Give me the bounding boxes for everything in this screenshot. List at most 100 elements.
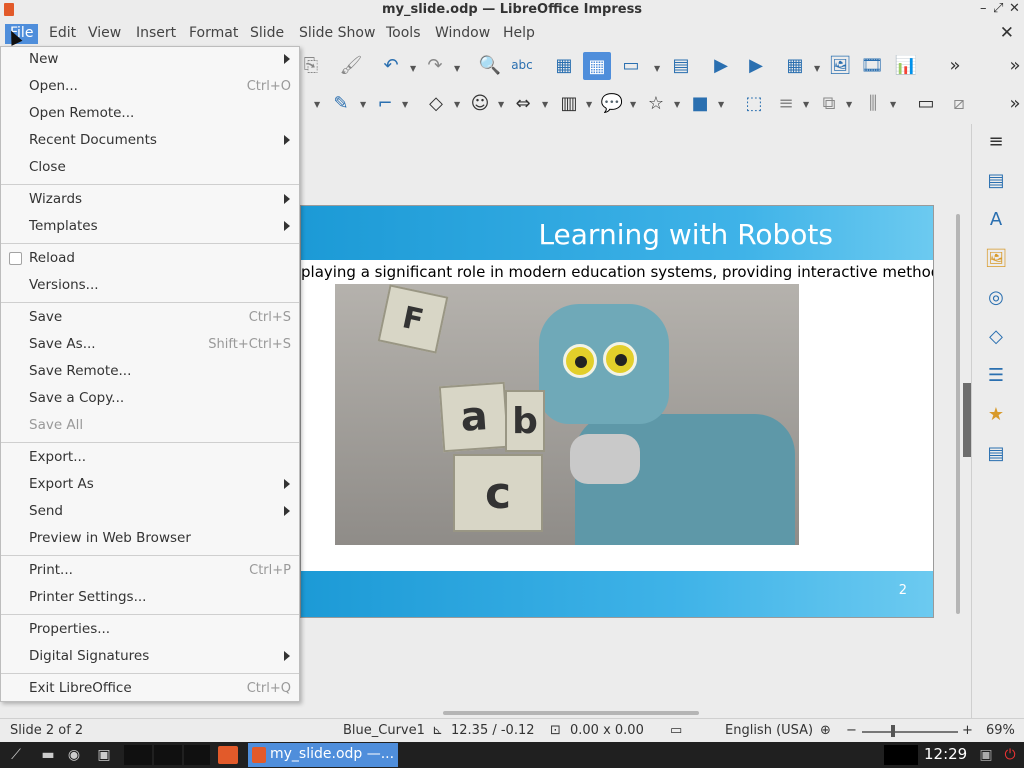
menu-tools[interactable]: Tools bbox=[381, 24, 426, 44]
navigator-icon[interactable]: ◎ bbox=[984, 285, 1008, 309]
stars-dropdown-icon[interactable]: ▼ bbox=[674, 100, 680, 109]
menu-window[interactable]: Window bbox=[430, 24, 495, 44]
menu-send[interactable]: Send bbox=[1, 499, 299, 525]
styles-icon[interactable]: A bbox=[984, 207, 1008, 231]
points-icon[interactable]: ⬚ bbox=[743, 92, 765, 114]
connector-dropdown-icon[interactable]: ▼ bbox=[402, 100, 408, 109]
menu-new[interactable]: New bbox=[1, 47, 299, 73]
file-manager-icon[interactable]: ▣ bbox=[94, 746, 114, 764]
menu-save-a-copy[interactable]: Save a Copy... bbox=[1, 386, 299, 412]
start-menu-icon[interactable]: ⟋ bbox=[6, 746, 26, 764]
toolbar-overflow-icon[interactable]: » bbox=[1004, 54, 1024, 76]
menu-export-as[interactable]: Export As bbox=[1, 472, 299, 498]
zoom-out-button[interactable]: − bbox=[846, 723, 857, 738]
spelling-icon[interactable]: abc bbox=[511, 54, 533, 76]
symbol-shapes-dropdown-icon[interactable]: ▼ bbox=[498, 100, 504, 109]
line-color-dropdown-icon[interactable]: ▼ bbox=[314, 100, 320, 109]
menu-save[interactable]: Save Ctrl+S bbox=[1, 305, 299, 331]
menu-print[interactable]: Print... Ctrl+P bbox=[1, 558, 299, 584]
grid-icon[interactable]: ▦ bbox=[553, 54, 575, 76]
callouts-icon[interactable]: 💬 bbox=[601, 92, 623, 114]
align-dropdown-icon[interactable]: ▼ bbox=[803, 100, 809, 109]
image-icon[interactable]: 🖼 bbox=[829, 54, 852, 76]
crop-icon[interactable]: ⧄ bbox=[948, 92, 970, 114]
more-options-icon[interactable]: » bbox=[944, 54, 966, 76]
curve-icon[interactable]: ✎ bbox=[330, 92, 352, 114]
stars-icon[interactable]: ☆ bbox=[645, 92, 667, 114]
display-views-dropdown-icon[interactable]: ▼ bbox=[654, 64, 660, 73]
shapes-icon[interactable]: ◇ bbox=[984, 324, 1008, 348]
sidebar-menu-icon[interactable]: ≡ bbox=[984, 129, 1008, 153]
menu-templates[interactable]: Templates bbox=[1, 214, 299, 240]
language-status[interactable]: English (USA) bbox=[725, 723, 813, 738]
shadow-icon[interactable]: ▭ bbox=[915, 92, 937, 114]
workspace-1[interactable] bbox=[124, 745, 152, 765]
callouts-dropdown-icon[interactable]: ▼ bbox=[630, 100, 636, 109]
menu-preview-in-web-browser[interactable]: Preview in Web Browser bbox=[1, 526, 299, 552]
zoom-in-button[interactable]: + bbox=[962, 723, 973, 738]
drawing-overflow-icon[interactable]: » bbox=[1004, 92, 1024, 114]
menu-wizards[interactable]: Wizards bbox=[1, 187, 299, 213]
basic-shapes-dropdown-icon[interactable]: ▼ bbox=[454, 100, 460, 109]
connector-icon[interactable]: ⌐ bbox=[374, 92, 396, 114]
minimize-icon[interactable]: – bbox=[980, 1, 987, 16]
curve-dropdown-icon[interactable]: ▼ bbox=[360, 100, 366, 109]
menu-slide[interactable]: Slide bbox=[245, 24, 289, 44]
3d-objects-dropdown-icon[interactable]: ▼ bbox=[718, 100, 724, 109]
start-current-slide-icon[interactable]: ▶ bbox=[745, 54, 767, 76]
menu-export[interactable]: Export... bbox=[1, 445, 299, 471]
3d-objects-icon[interactable]: ■ bbox=[689, 92, 711, 114]
browser-icon[interactable]: ◉ bbox=[64, 746, 84, 764]
flowchart-icon[interactable]: ▥ bbox=[558, 92, 580, 114]
find-replace-icon[interactable]: 🔍 bbox=[479, 54, 501, 76]
slide-title[interactable]: Learning with Robots bbox=[301, 218, 833, 251]
menu-recent-documents[interactable]: Recent Documents bbox=[1, 128, 299, 154]
menu-view[interactable]: View bbox=[83, 24, 126, 44]
helplines-icon[interactable]: ▦ bbox=[583, 52, 611, 80]
master-slide-icon[interactable]: ▤ bbox=[670, 54, 692, 76]
slide-transition-icon[interactable]: ☰ bbox=[984, 363, 1008, 387]
slide-subtitle[interactable]: playing a significant role in modern edu… bbox=[301, 263, 933, 281]
tray-app-icon[interactable]: ▣ bbox=[976, 746, 996, 764]
undo-dropdown-icon[interactable]: ▼ bbox=[410, 64, 416, 73]
sidebar-collapse-handle[interactable] bbox=[963, 383, 971, 457]
table-dropdown-icon[interactable]: ▼ bbox=[814, 64, 820, 73]
distribute-dropdown-icon[interactable]: ▼ bbox=[890, 100, 896, 109]
flowchart-dropdown-icon[interactable]: ▼ bbox=[586, 100, 592, 109]
workspace-2[interactable] bbox=[154, 745, 182, 765]
menu-open-remote[interactable]: Open Remote... bbox=[1, 101, 299, 127]
basic-shapes-icon[interactable]: ◇ bbox=[425, 92, 447, 114]
paintbrush-icon[interactable]: 🖌 bbox=[340, 54, 363, 76]
display-views-icon[interactable]: ▭ bbox=[620, 54, 642, 76]
menu-reload[interactable]: Reload bbox=[1, 246, 299, 272]
redo-dropdown-icon[interactable]: ▼ bbox=[454, 64, 460, 73]
arrange-icon[interactable]: ⧉ bbox=[818, 92, 840, 114]
gallery-icon[interactable]: 🖼 bbox=[984, 246, 1008, 270]
menu-open[interactable]: Open... Ctrl+O bbox=[1, 74, 299, 100]
clone-formatting-icon[interactable]: ⎘ bbox=[300, 54, 322, 76]
block-arrows-dropdown-icon[interactable]: ▼ bbox=[542, 100, 548, 109]
workspace-3[interactable] bbox=[184, 745, 210, 765]
menu-help[interactable]: Help bbox=[498, 24, 540, 44]
zoom-slider[interactable] bbox=[862, 731, 958, 733]
menu-versions[interactable]: Versions... bbox=[1, 273, 299, 299]
menu-insert[interactable]: Insert bbox=[131, 24, 181, 44]
block-arrows-icon[interactable]: ⇔ bbox=[512, 92, 534, 114]
chart-icon[interactable]: 📊 bbox=[895, 54, 917, 76]
taskbar-task-impress[interactable]: my_slide.odp —... bbox=[248, 743, 398, 767]
align-icon[interactable]: ≡ bbox=[775, 92, 797, 114]
undo-icon[interactable]: ↶ bbox=[380, 54, 402, 76]
slide-canvas[interactable]: Learning with Robots playing a significa… bbox=[300, 205, 934, 618]
menu-printer-settings[interactable]: Printer Settings... bbox=[1, 585, 299, 611]
menu-save-as[interactable]: Save As... Shift+Ctrl+S bbox=[1, 332, 299, 358]
master-slides-icon[interactable]: ▤ bbox=[984, 441, 1008, 465]
fit-slide-icon[interactable]: ⊕ bbox=[820, 723, 831, 738]
show-desktop-icon[interactable]: ▬ bbox=[38, 746, 58, 764]
media-icon[interactable]: 🎞 bbox=[861, 54, 884, 76]
zoom-slider-knob[interactable] bbox=[891, 725, 895, 737]
menu-slide-show[interactable]: Slide Show bbox=[294, 24, 380, 44]
robot-image[interactable]: F a b c bbox=[335, 284, 799, 545]
table-icon[interactable]: ▦ bbox=[784, 54, 806, 76]
menu-format[interactable]: Format bbox=[184, 24, 243, 44]
menu-exit-libreoffice[interactable]: Exit LibreOffice Ctrl+Q bbox=[1, 676, 299, 702]
